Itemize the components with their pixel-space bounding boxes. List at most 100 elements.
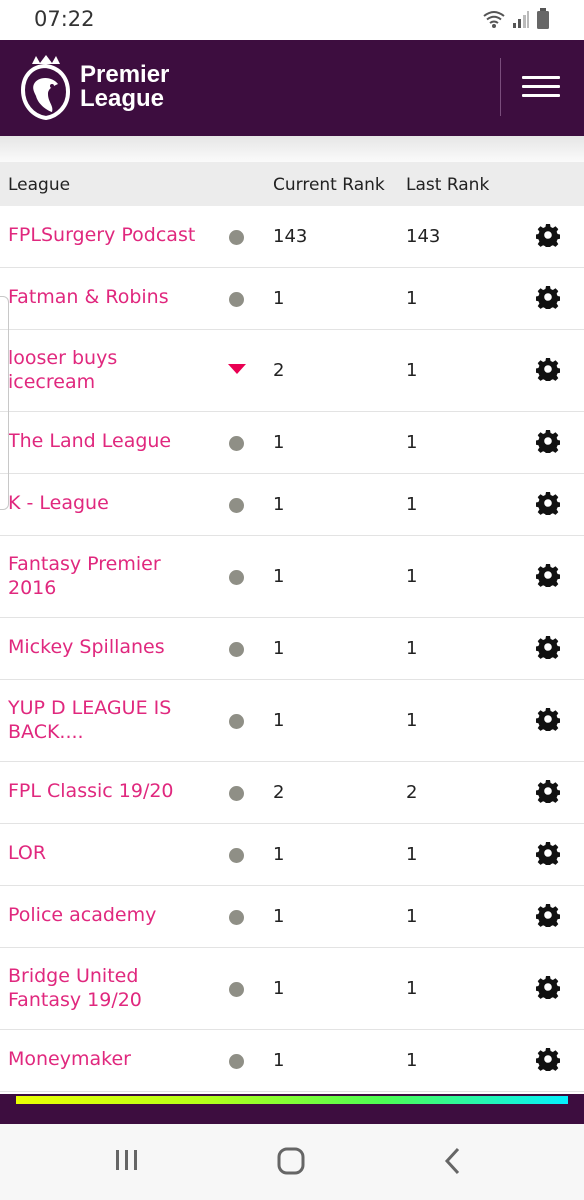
league-row[interactable]: looser buys icecream 2 1: [0, 330, 584, 412]
header-divider: [500, 58, 501, 116]
brand-wordmark[interactable]: Premier League: [80, 63, 169, 111]
league-row[interactable]: LOR 1 1: [0, 824, 584, 886]
league-name-line1: The Land League: [8, 430, 172, 452]
league-row[interactable]: FPLSurgery Podcast 143 143: [0, 206, 584, 268]
current-rank: 1: [273, 906, 285, 927]
app-header: Premier League: [0, 40, 584, 136]
recent-apps-icon[interactable]: [114, 1146, 140, 1174]
current-rank: 1: [273, 844, 285, 865]
signal-icon: [513, 11, 529, 28]
lion-crest-icon[interactable]: [18, 54, 74, 122]
rank-unchanged-icon: [229, 1054, 244, 1069]
rank-unchanged-icon: [229, 910, 244, 925]
gear-icon[interactable]: [536, 903, 560, 927]
league-name-link[interactable]: FPLSurgery Podcast: [8, 223, 218, 247]
current-rank: 1: [273, 432, 285, 453]
league-name-line1: Moneymaker: [8, 1048, 131, 1070]
wifi-icon: [483, 11, 505, 28]
league-name-link[interactable]: Moneymaker: [8, 1047, 218, 1071]
rank-unchanged-icon: [229, 642, 244, 657]
league-name-line1: Fatman & Robins: [8, 286, 169, 308]
league-name-line2: Fantasy 19/20: [8, 989, 142, 1011]
gear-icon[interactable]: [536, 357, 560, 381]
gear-icon[interactable]: [536, 841, 560, 865]
gear-icon[interactable]: [536, 563, 560, 587]
league-name-line1: LOR: [8, 842, 47, 864]
last-rank: 1: [406, 360, 418, 381]
status-icons: [482, 8, 550, 30]
header-last-rank: Last Rank: [406, 175, 490, 195]
league-row[interactable]: Fatman & Robins 1 1: [0, 268, 584, 330]
last-rank: 1: [406, 844, 418, 865]
league-name-line1: Fantasy Premier: [8, 553, 161, 575]
league-name-link[interactable]: YUP D LEAGUE IS BACK....: [8, 696, 218, 744]
current-rank: 2: [273, 360, 285, 381]
last-rank: 1: [406, 494, 418, 515]
current-rank: 2: [273, 782, 285, 803]
last-rank: 1: [406, 710, 418, 731]
gear-icon[interactable]: [536, 707, 560, 731]
rank-unchanged-icon: [229, 982, 244, 997]
league-name-link[interactable]: Bridge United Fantasy 19/20: [8, 964, 218, 1012]
league-name-link[interactable]: Police academy: [8, 903, 218, 927]
league-row[interactable]: YUP D LEAGUE IS BACK.... 1 1: [0, 680, 584, 762]
gear-icon[interactable]: [536, 779, 560, 803]
league-name-link[interactable]: Mickey Spillanes: [8, 635, 218, 659]
league-row[interactable]: K - League 1 1: [0, 474, 584, 536]
league-name-line1: Mickey Spillanes: [8, 636, 165, 658]
gear-icon[interactable]: [536, 1047, 560, 1071]
league-name-link[interactable]: Fantasy Premier 2016: [8, 552, 218, 600]
league-name-line2: icecream: [8, 371, 96, 393]
league-name-link[interactable]: The Land League: [8, 429, 218, 453]
current-rank: 1: [273, 288, 285, 309]
league-row[interactable]: Fantasy Premier 2016 1 1: [0, 536, 584, 618]
league-name-line1: Police academy: [8, 904, 157, 926]
scroll-indicator[interactable]: [0, 296, 9, 510]
gear-icon[interactable]: [536, 491, 560, 515]
gear-icon[interactable]: [536, 635, 560, 659]
home-icon[interactable]: [276, 1146, 306, 1176]
back-icon[interactable]: [442, 1146, 464, 1176]
brand-line2: League: [80, 85, 165, 112]
league-name-line1: YUP D LEAGUE IS: [8, 697, 172, 719]
rank-unchanged-icon: [229, 714, 244, 729]
league-row[interactable]: Mickey Spillanes 1 1: [0, 618, 584, 680]
league-name-line1: Bridge United: [8, 965, 139, 987]
status-time: 07:22: [34, 7, 95, 31]
league-name-link[interactable]: Fatman & Robins: [8, 285, 218, 309]
last-rank: 1: [406, 1050, 418, 1071]
gear-icon[interactable]: [536, 223, 560, 247]
league-name-link[interactable]: LOR: [8, 841, 218, 865]
system-nav-bar: [0, 1124, 584, 1200]
last-rank: 1: [406, 566, 418, 587]
league-row[interactable]: FPL Classic 19/20 2 2: [0, 762, 584, 824]
league-name-link[interactable]: looser buys icecream: [8, 346, 218, 394]
current-rank: 1: [273, 494, 285, 515]
header-league: League: [8, 175, 71, 195]
league-name-line1: looser buys: [8, 347, 118, 369]
league-name-link[interactable]: K - League: [8, 491, 218, 515]
league-row[interactable]: Police academy 1 1: [0, 886, 584, 948]
rank-unchanged-icon: [229, 786, 244, 801]
gear-icon[interactable]: [536, 285, 560, 309]
league-row[interactable]: Bridge United Fantasy 19/20 1 1: [0, 948, 584, 1030]
league-name-link[interactable]: FPL Classic 19/20: [8, 779, 218, 803]
header-current-rank: Current Rank: [273, 175, 385, 195]
rank-down-icon: [228, 364, 246, 374]
rank-unchanged-icon: [229, 848, 244, 863]
league-name-line1: FPLSurgery Podcast: [8, 224, 196, 246]
current-rank: 1: [273, 978, 285, 999]
league-name-line2: 2016: [8, 577, 57, 599]
gear-icon[interactable]: [536, 975, 560, 999]
gear-icon[interactable]: [536, 429, 560, 453]
league-row[interactable]: Moneymaker 1 1: [0, 1030, 584, 1092]
table-header: League Current Rank Last Rank: [0, 162, 584, 206]
hamburger-menu-icon[interactable]: [522, 76, 560, 100]
current-rank: 1: [273, 566, 285, 587]
league-row[interactable]: The Land League 1 1: [0, 412, 584, 474]
last-rank: 1: [406, 288, 418, 309]
gradient-strip: [16, 1096, 568, 1104]
last-rank: 1: [406, 978, 418, 999]
current-rank: 1: [273, 710, 285, 731]
rank-unchanged-icon: [229, 230, 244, 245]
